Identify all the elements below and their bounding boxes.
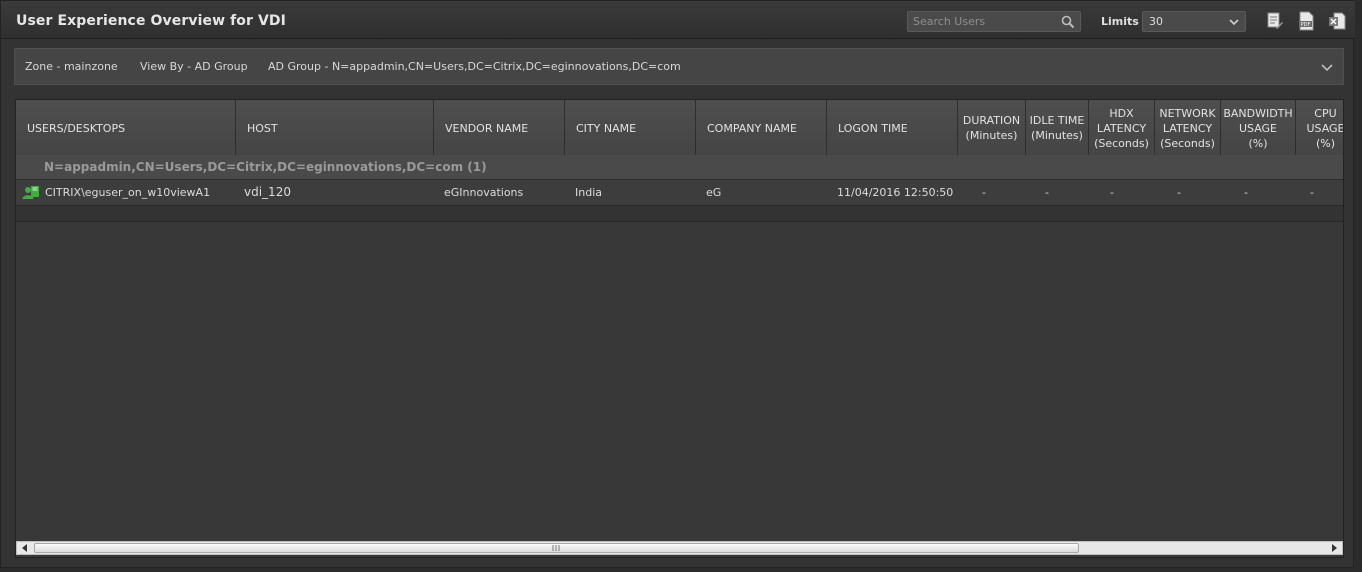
- column-header-duration[interactable]: DURATION (Minutes): [958, 100, 1026, 156]
- cell-user[interactable]: CITRIX\eguser_on_w10viewA1: [45, 186, 210, 199]
- column-header-city[interactable]: CITY NAME: [565, 100, 696, 156]
- column-header-host[interactable]: HOST: [236, 100, 434, 156]
- column-header-logon-time[interactable]: LOGON TIME: [827, 100, 958, 156]
- scrollbar-thumb[interactable]: [34, 543, 1079, 553]
- table-header: USERS/DESKTOPS HOST VENDOR NAME CITY NAM…: [16, 100, 1343, 156]
- search-box[interactable]: [907, 11, 1081, 32]
- column-header-network-latency[interactable]: NETWORK LATENCY (Seconds): [1155, 100, 1221, 156]
- cell-company: eG: [706, 186, 722, 199]
- filter-bar: Zone - mainzone View By - AD Group AD Gr…: [14, 48, 1344, 85]
- group-row[interactable]: N=appadmin,CN=Users,DC=Citrix,DC=eginnov…: [16, 155, 1343, 180]
- cell-bandwidth-usage: -: [1244, 186, 1248, 199]
- column-header-idle-time[interactable]: IDLE TIME (Minutes): [1026, 100, 1089, 156]
- svg-text:PDF: PDF: [1301, 22, 1311, 28]
- search-input[interactable]: [913, 13, 1061, 30]
- table-row[interactable]: CITRIX\eguser_on_w10viewA1 vdi_120 eGInn…: [16, 180, 1343, 206]
- chevron-down-icon: [1229, 19, 1239, 26]
- column-header-hdx-latency[interactable]: HDX LATENCY (Seconds): [1089, 100, 1155, 156]
- window-frame: User Experience Overview for VDI Limits …: [0, 0, 1355, 568]
- export-excel-icon[interactable]: [1328, 11, 1346, 31]
- ad-group-filter[interactable]: AD Group - N=appadmin,CN=Users,DC=Citrix…: [268, 60, 681, 73]
- cell-logon-time: 11/04/2016 12:50:50: [837, 186, 954, 199]
- column-header-users[interactable]: USERS/DESKTOPS: [16, 100, 236, 156]
- table-footer-divider: [16, 206, 1343, 222]
- export-document-icon[interactable]: [1266, 11, 1284, 31]
- limits-value: 30: [1149, 15, 1163, 28]
- column-header-vendor[interactable]: VENDOR NAME: [434, 100, 565, 156]
- cell-network-latency: -: [1177, 186, 1181, 199]
- cell-duration: -: [982, 186, 986, 199]
- cell-cpu-usage: -: [1310, 186, 1314, 199]
- chevron-down-icon[interactable]: [1321, 61, 1333, 73]
- horizontal-scrollbar[interactable]: [16, 541, 1343, 555]
- view-by-filter[interactable]: View By - AD Group: [140, 60, 248, 73]
- title-bar: User Experience Overview for VDI Limits …: [1, 1, 1355, 39]
- scroll-left-icon[interactable]: [18, 542, 32, 554]
- grip-icon: [552, 545, 560, 551]
- cell-hdx-latency: -: [1110, 186, 1114, 199]
- export-pdf-icon[interactable]: PDF: [1297, 11, 1315, 31]
- users-table: USERS/DESKTOPS HOST VENDOR NAME CITY NAM…: [15, 99, 1344, 558]
- limits-select[interactable]: 30: [1142, 11, 1246, 32]
- cell-host: vdi_120: [244, 185, 291, 199]
- column-header-company[interactable]: COMPANY NAME: [696, 100, 827, 156]
- column-header-bandwidth-usage[interactable]: BANDWIDTH USAGE (%): [1221, 100, 1296, 156]
- column-header-cpu-usage[interactable]: CPU USAGE (%): [1296, 100, 1343, 156]
- scroll-right-icon[interactable]: [1327, 542, 1341, 554]
- user-desktop-icon: [22, 186, 39, 199]
- cell-city: India: [575, 186, 602, 199]
- limits-label: Limits: [1101, 15, 1139, 28]
- zone-filter[interactable]: Zone - mainzone: [25, 60, 118, 73]
- search-icon[interactable]: [1061, 15, 1075, 29]
- cell-idle-time: -: [1045, 186, 1049, 199]
- page-title: User Experience Overview for VDI: [16, 13, 286, 29]
- cell-vendor: eGInnovations: [444, 186, 524, 199]
- group-label: N=appadmin,CN=Users,DC=Citrix,DC=eginnov…: [44, 160, 487, 174]
